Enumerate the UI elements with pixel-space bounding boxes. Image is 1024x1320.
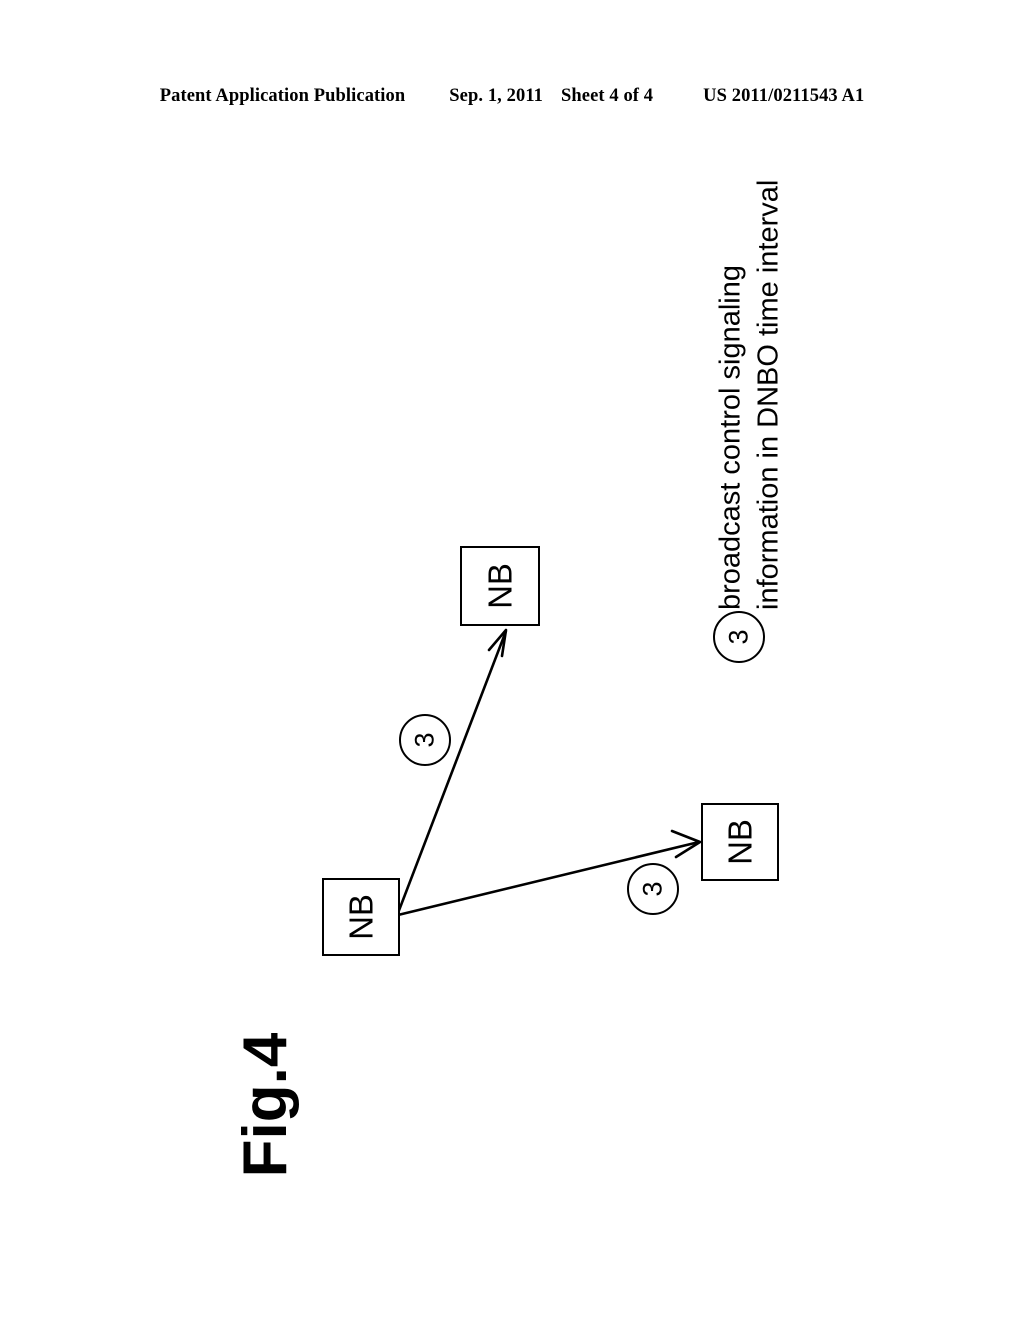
- figure-label-text: Fig.4: [231, 1032, 300, 1178]
- node-b-box-right[interactable]: NB: [701, 803, 779, 881]
- figure-drawing: NB NB NB 3 3 3 broadcast control signali…: [0, 0, 1024, 1320]
- figure-label: Fig.4: [196, 1030, 336, 1180]
- node-b-box-top[interactable]: NB: [460, 546, 540, 626]
- legend-caption-line-1: broadcast control signaling: [714, 265, 747, 610]
- legend-caption-rotated: broadcast control signaling information …: [712, 179, 787, 610]
- node-b-box-source[interactable]: NB: [322, 878, 400, 956]
- legend-caption-line-2: information in DNBO time interval: [752, 179, 784, 610]
- node-b-label: NB: [721, 819, 759, 865]
- legend-caption: broadcast control signaling information …: [700, 179, 800, 610]
- arrow-layer: [396, 628, 702, 917]
- reference-numeral-value: 3: [637, 881, 668, 897]
- reference-numeral-lower-arrow: 3: [627, 863, 679, 915]
- reference-numeral-legend: 3: [713, 611, 765, 663]
- arrow-to-top-nb: [396, 628, 508, 914]
- reference-numeral-value: 3: [409, 732, 440, 748]
- node-b-label: NB: [342, 894, 380, 940]
- reference-numeral-value: 3: [723, 629, 754, 645]
- reference-numeral-upper-arrow: 3: [399, 714, 451, 766]
- node-b-label: NB: [481, 563, 519, 609]
